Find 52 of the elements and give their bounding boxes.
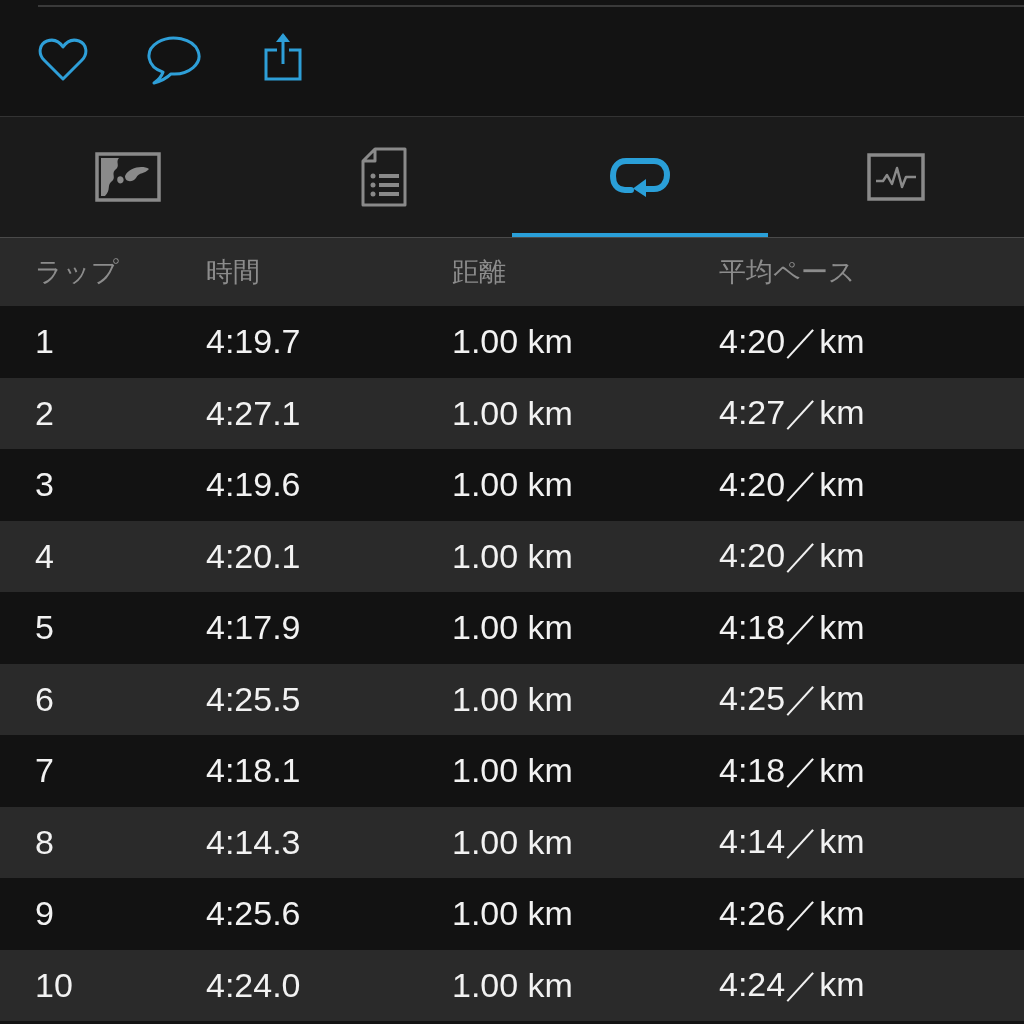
table-cell: 1.00 km (452, 822, 573, 862)
table-cell: 4:25.6 (206, 894, 301, 934)
column-header: 時間 (206, 256, 260, 289)
table-cell-text: 4:27／km (719, 392, 865, 434)
table-cell: 1.00 km (452, 536, 573, 576)
table-cell-text: 4:24／km (719, 964, 865, 1006)
table-cell: 4:19.7 (206, 322, 301, 362)
pulse-chart-icon (867, 153, 925, 201)
table-cell: 5 (35, 608, 54, 648)
table-cell: 1.00 km (452, 465, 573, 505)
table-cell: 9 (35, 894, 54, 934)
table-cell: 4:25.5 (206, 679, 301, 719)
column-header: 平均ペース (719, 256, 856, 289)
like-button[interactable] (38, 36, 88, 83)
table-cell: 1.00 km (452, 679, 573, 719)
table-cell: 6 (35, 679, 54, 719)
table-cell: 1.00 km (452, 965, 573, 1005)
table-cell: 4:20.1 (206, 536, 301, 576)
heart-icon (38, 36, 88, 83)
table-cell: 1.00 km (452, 751, 573, 791)
table-cell-text: 4:26／km (719, 892, 865, 934)
table-cell-text: 4:25／km (719, 678, 865, 720)
table-cell: 1 (35, 322, 54, 362)
table-cell: 4:19.6 (206, 465, 301, 505)
loop-arrow-icon (609, 156, 671, 198)
table-cell: 1.00 km (452, 322, 573, 362)
table-cell: 1.00 km (452, 608, 573, 648)
table-cell-text: 4:20／km (719, 463, 865, 505)
table-cell-text: 4:18／km (719, 606, 865, 648)
table-cell: 1.00 km (452, 894, 573, 934)
table-cell: 7 (35, 751, 54, 791)
column-header: 距離 (452, 256, 506, 289)
comment-button[interactable] (145, 34, 201, 85)
table-cell-text: 4:14／km (719, 821, 865, 863)
document-list-icon (361, 147, 407, 207)
table-cell: 4 (35, 536, 54, 576)
table-cell: 4:27.1 (206, 393, 301, 433)
speech-bubble-icon (145, 34, 201, 85)
table-cell-text: 4:20／km (719, 320, 865, 362)
table-cell: 4:24.0 (206, 965, 301, 1005)
column-header: ラップ (35, 256, 119, 289)
table-cell: 1.00 km (452, 393, 573, 433)
table-cell: 3 (35, 465, 54, 505)
table-cell-text: 4:20／km (719, 535, 865, 577)
table-cell-text: 4:18／km (719, 749, 865, 791)
table-cell: 4:14.3 (206, 822, 301, 862)
table-cell: 4:17.9 (206, 608, 301, 648)
map-icon (95, 152, 161, 202)
table-cell: 10 (35, 965, 73, 1005)
table-cell: 4:18.1 (206, 751, 301, 791)
table-cell: 2 (35, 393, 54, 433)
table-cell: 8 (35, 822, 54, 862)
